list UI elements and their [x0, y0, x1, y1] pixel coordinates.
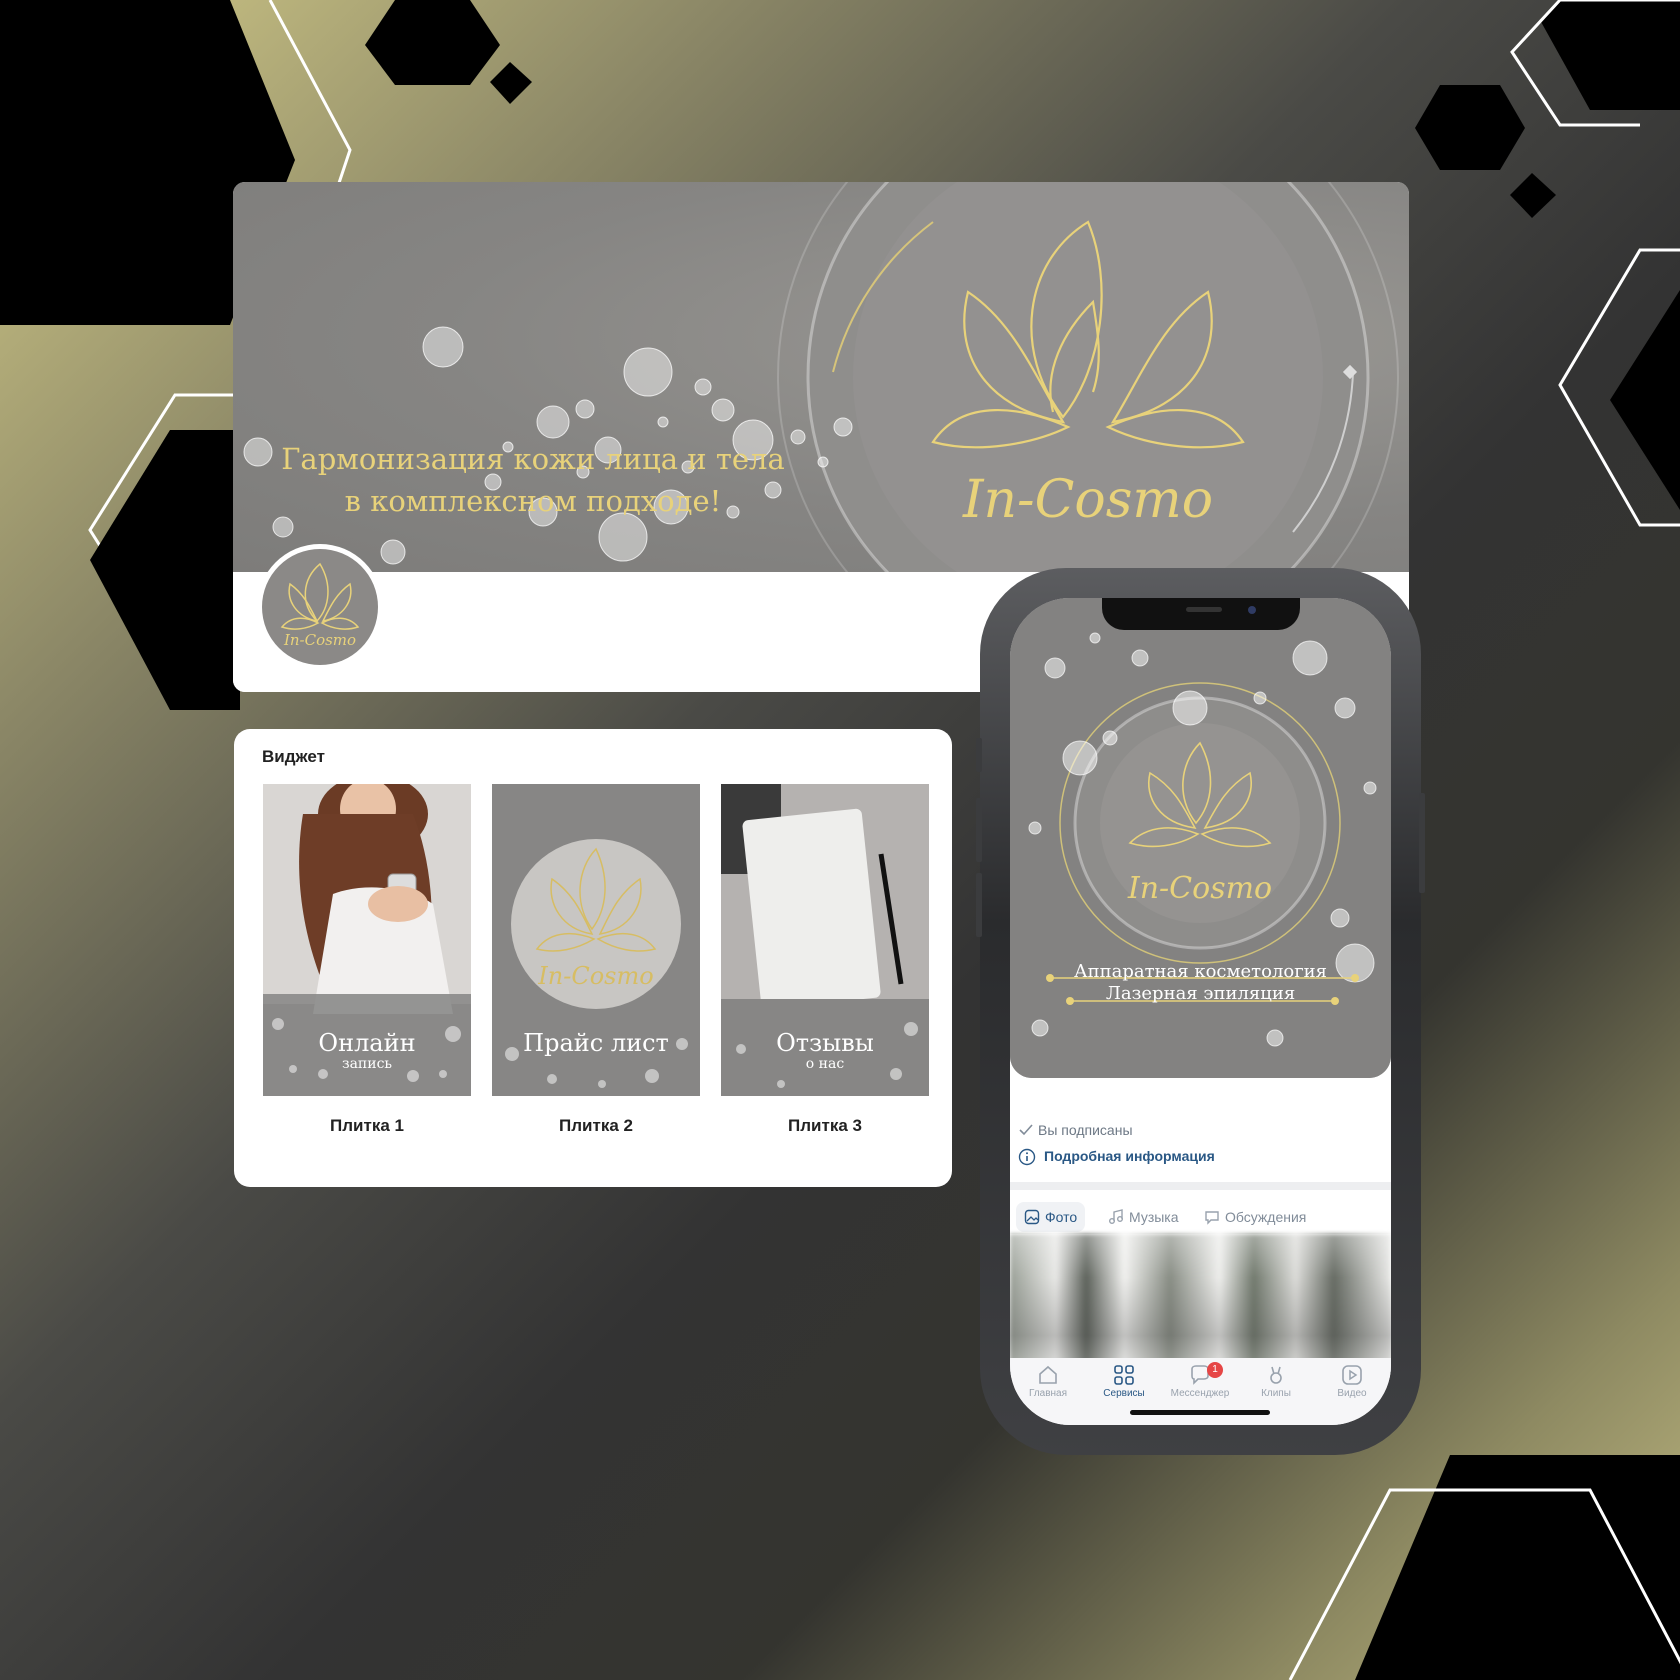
phone-cover-line2: Лазерная эпиляция — [1105, 983, 1296, 1004]
cover-tagline: Гармонизация кожи лица и тела в комплекс… — [253, 438, 813, 522]
nav-clips[interactable]: Клипы — [1238, 1364, 1314, 1399]
avatar[interactable]: In-Cosmo — [257, 544, 383, 670]
volume-up-button — [976, 798, 982, 862]
home-icon — [1039, 1365, 1057, 1384]
widget-title: Виджет — [262, 747, 325, 766]
avatar-lotus-icon: In-Cosmo — [280, 562, 360, 649]
tile-3-caption: Плитка 3 — [788, 1116, 862, 1135]
nav-messenger-label: Мессенджер — [1170, 1388, 1230, 1399]
power-button — [1419, 793, 1425, 893]
tile-2-logo-text: In-Cosmo — [537, 962, 653, 990]
widget-card: Виджет Онлайн запись Плитка 1 In-Cosmo П… — [234, 729, 952, 1187]
cover-tagline-line1: Гармонизация кожи лица и тела — [281, 442, 785, 476]
cover-tagline-line2: в комплексном подходе! — [344, 484, 722, 518]
nav-video-label: Видео — [1337, 1388, 1367, 1399]
avatar-logo-text: In-Cosmo — [283, 631, 356, 649]
phone-logo-text: In-Cosmo — [1127, 871, 1272, 906]
phone-screen: In-Cosmo Аппаратная косметология Лазерна… — [1010, 598, 1391, 1425]
messenger-badge: 1 — [1207, 1362, 1223, 1378]
phone-cover-line1: Аппаратная косметология — [1073, 961, 1328, 982]
music-note-icon — [1109, 1209, 1123, 1224]
phone-cover-art: In-Cosmo — [1010, 598, 1391, 1078]
clips-icon — [1270, 1366, 1282, 1384]
comment-icon — [1205, 1211, 1219, 1225]
more-info-link[interactable]: Подробная информация — [1044, 1148, 1215, 1164]
widget-tile-1[interactable]: Онлайн запись — [263, 784, 471, 1096]
phone-mockup: In-Cosmo Аппаратная косметология Лазерна… — [976, 568, 1425, 1455]
tile-2-caption: Плитка 2 — [559, 1116, 633, 1135]
nav-home[interactable]: Главная — [1010, 1364, 1086, 1399]
phone-notch — [1102, 598, 1300, 630]
tab-discussions-label: Обсуждения — [1225, 1209, 1307, 1225]
nav-services[interactable]: Сервисы — [1086, 1364, 1162, 1399]
volume-down-button — [976, 873, 982, 937]
tile-1-title: Онлайн — [318, 1029, 416, 1057]
nav-home-label: Главная — [1028, 1388, 1068, 1399]
nav-services-label: Сервисы — [1103, 1388, 1145, 1399]
home-indicator[interactable] — [1130, 1410, 1270, 1415]
video-icon — [1342, 1365, 1362, 1385]
tab-music[interactable]: Музыка — [1108, 1202, 1179, 1232]
tab-discussions[interactable]: Обсуждения — [1204, 1202, 1306, 1232]
nav-video[interactable]: Видео — [1314, 1364, 1390, 1399]
tab-photo-label: Фото — [1045, 1209, 1078, 1225]
cover-logo-text: In-Cosmo — [962, 470, 1213, 530]
tile-1-subtitle: запись — [341, 1056, 393, 1072]
subscribed-status[interactable]: Вы подписаны — [1038, 1122, 1133, 1138]
phone-cover: In-Cosmo Аппаратная косметология Лазерна… — [1010, 598, 1391, 1078]
tab-photo[interactable]: Фото — [1016, 1202, 1086, 1232]
tile-3-title: Отзывы — [776, 1029, 874, 1057]
info-icon — [1018, 1148, 1036, 1166]
tile-1-caption: Плитка 1 — [330, 1116, 404, 1135]
front-camera — [1248, 606, 1256, 614]
tile-2-title: Прайс лист — [523, 1029, 669, 1057]
image-icon — [1024, 1209, 1040, 1225]
grid-icon — [1114, 1365, 1134, 1385]
widget-tile-3[interactable]: Отзывы о нас — [721, 784, 929, 1096]
tile-3-subtitle: о нас — [805, 1056, 845, 1072]
nav-messenger[interactable]: 1 Мессенджер — [1162, 1362, 1238, 1399]
cover-image: In-Cosmo Гармонизация кожи лица и тела в… — [233, 182, 1409, 572]
tab-music-label: Музыка — [1129, 1209, 1179, 1225]
widget-tile-2[interactable]: In-Cosmo Прайс лист — [492, 784, 700, 1096]
speaker-slot — [1186, 607, 1222, 612]
nav-clips-label: Клипы — [1261, 1388, 1291, 1399]
check-icon — [1019, 1124, 1033, 1136]
mute-switch — [976, 738, 982, 772]
